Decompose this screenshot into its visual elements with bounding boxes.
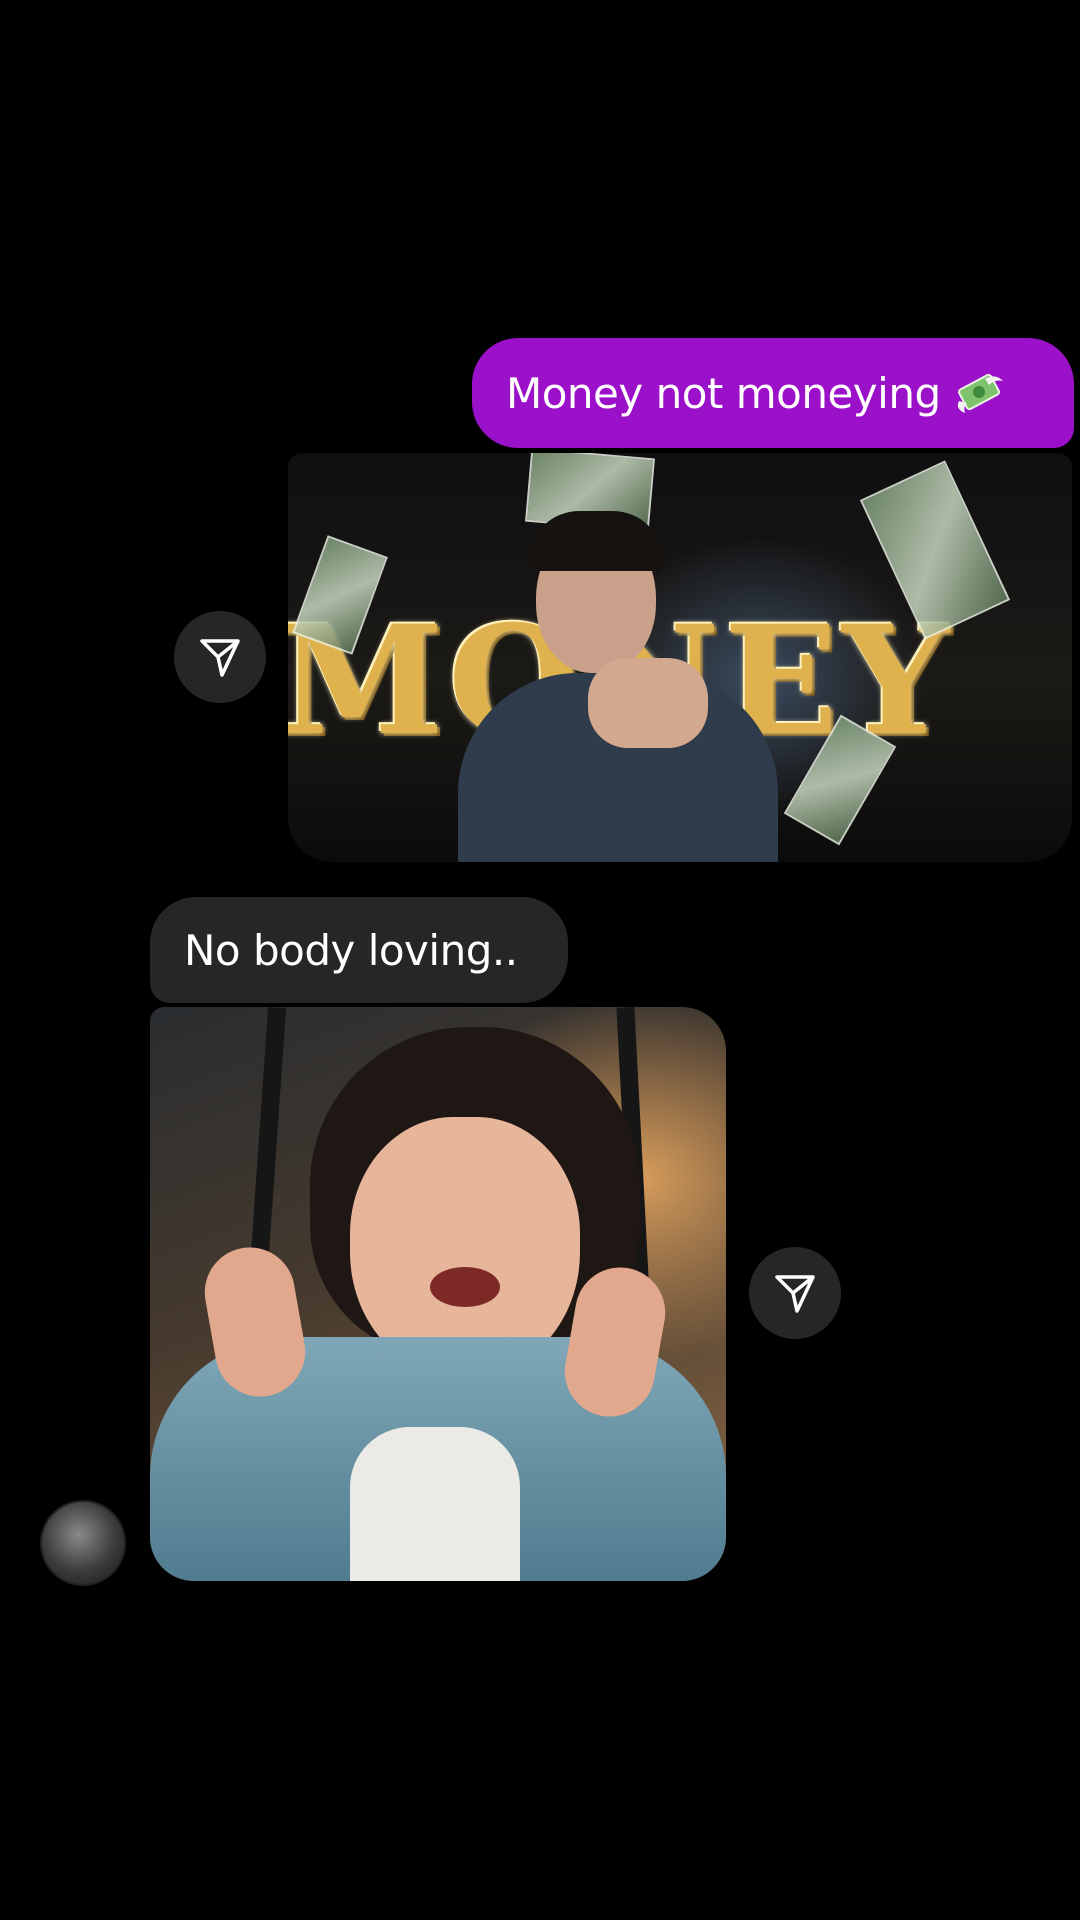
woman-shirt [350, 1427, 520, 1581]
message-text: No body loving.. [184, 925, 518, 975]
share-button[interactable] [174, 611, 266, 703]
money-with-wings-icon [955, 371, 1007, 415]
received-message-bubble[interactable]: No body loving.. [150, 897, 568, 1003]
man-hands [588, 658, 708, 748]
share-button[interactable] [749, 1247, 841, 1339]
sent-gif-money[interactable]: MONEY [288, 453, 1072, 862]
woman-mouth [430, 1267, 500, 1307]
paper-plane-icon [200, 639, 240, 677]
paper-plane-icon [775, 1275, 815, 1313]
received-gif-crying[interactable] [150, 1007, 726, 1581]
sent-message-bubble[interactable]: Money not moneying [472, 338, 1074, 448]
sender-avatar[interactable] [40, 1500, 126, 1586]
message-text: Money not moneying [506, 368, 941, 418]
